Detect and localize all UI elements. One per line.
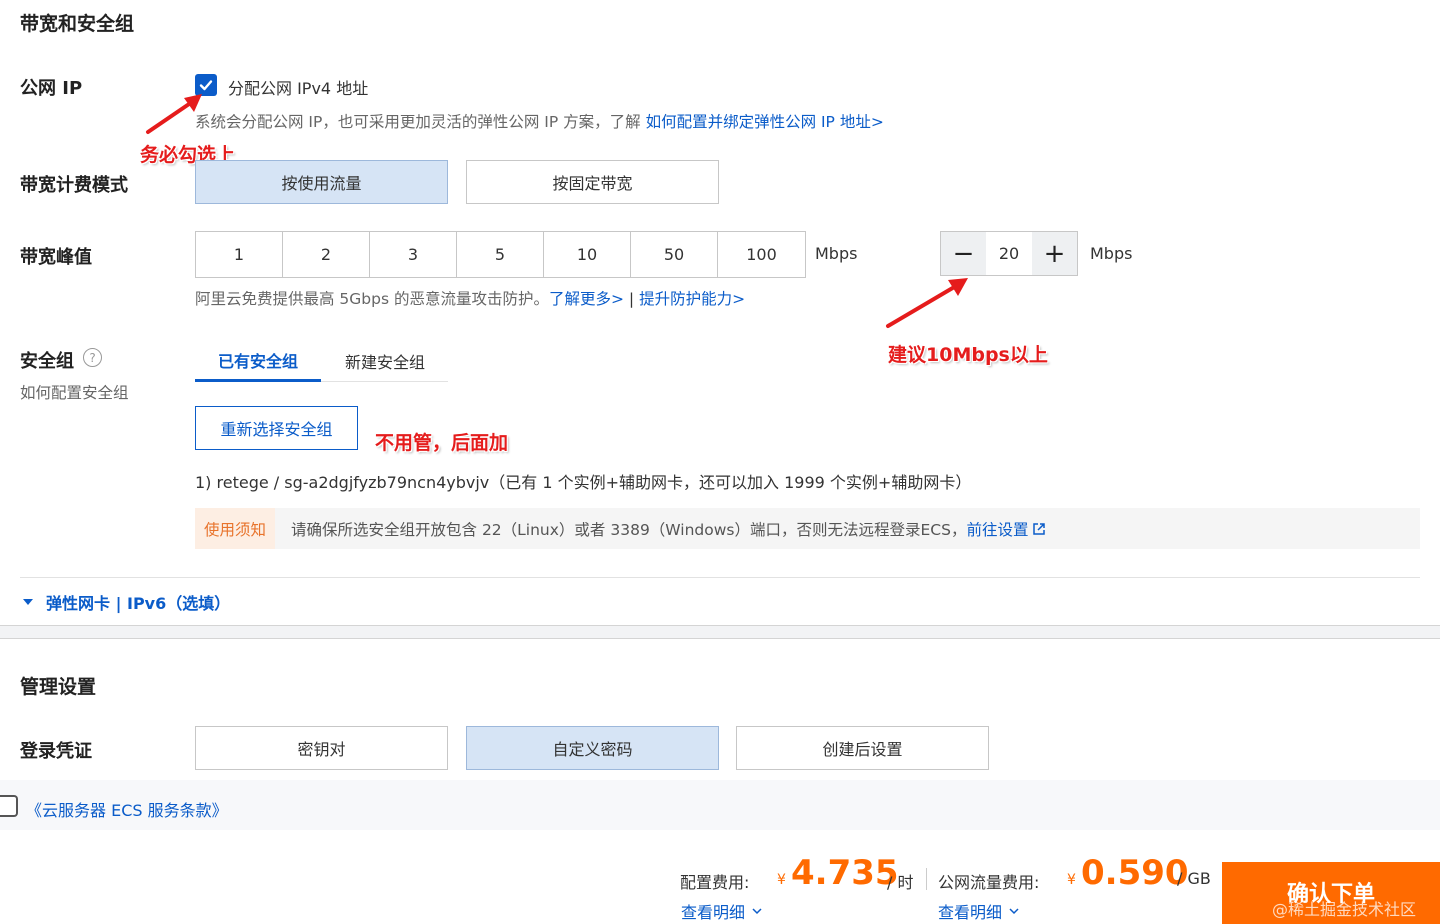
billing-option-traffic[interactable]: 按使用流量 xyxy=(195,160,448,204)
bandwidth-option-2[interactable]: 2 xyxy=(283,232,370,277)
billing-mode-label: 带宽计费模式 xyxy=(20,175,128,196)
selected-security-group: 1) retege / sg-a2dgjfyzb79ncn4ybvjv（已有 1… xyxy=(195,473,972,492)
bandwidth-peak-options: 1 2 3 5 10 50 100 xyxy=(195,231,806,278)
config-fee-label: 配置费用: xyxy=(680,873,750,892)
traffic-price: 0.590 xyxy=(1081,853,1189,893)
security-group-howto[interactable]: 如何配置安全组 xyxy=(20,381,129,403)
config-detail-label: 查看明细 xyxy=(681,903,746,922)
chevron-down-icon xyxy=(752,908,762,915)
bandwidth-option-5[interactable]: 5 xyxy=(457,232,544,277)
bandwidth-option-3[interactable]: 3 xyxy=(370,232,457,277)
tab-new-group[interactable]: 新建安全组 xyxy=(330,340,440,382)
traffic-unit: / GB xyxy=(1177,869,1211,888)
bandwidth-unit: Mbps xyxy=(815,244,858,263)
expander-label: 弹性网卡 | IPv6（选填） xyxy=(46,594,231,613)
config-price: 4.735 xyxy=(791,853,899,893)
section-title-bandwidth: 带宽和安全组 xyxy=(20,13,135,35)
config-unit: / 时 xyxy=(887,873,914,892)
external-link-icon xyxy=(1033,522,1046,535)
public-ip-hint: 系统会分配公网 IP，也可采用更加灵活的弹性公网 IP 方案，了解 如何配置并绑… xyxy=(195,110,884,132)
annotation-arrow-icon xyxy=(146,94,202,134)
stepper-minus-button[interactable]: − xyxy=(941,232,986,275)
bandwidth-peak-label: 带宽峰值 xyxy=(20,247,92,268)
section-title-management: 管理设置 xyxy=(20,676,97,698)
usage-notice: 使用须知 请确保所选安全组开放包含 22（Linux）或者 3389（Windo… xyxy=(195,508,1420,549)
price-divider xyxy=(926,868,927,890)
watermark: @稀土掘金技术社区 xyxy=(1272,900,1417,919)
config-currency: ¥ xyxy=(777,872,786,888)
bandwidth-option-100[interactable]: 100 xyxy=(718,232,805,277)
traffic-detail-label: 查看明细 xyxy=(938,903,1003,922)
login-option-keypair[interactable]: 密钥对 xyxy=(195,726,448,770)
eip-config-link[interactable]: 如何配置并绑定弹性公网 IP 地址> xyxy=(646,113,884,131)
config-detail-link[interactable]: 查看明细 xyxy=(681,899,763,923)
notice-tag: 使用须知 xyxy=(195,508,276,549)
bandwidth-stepper: − 20 + xyxy=(940,231,1078,276)
annotation-arrow-icon xyxy=(886,278,968,328)
notice-text: 请确保所选安全组开放包含 22（Linux）或者 3389（Windows）端口… xyxy=(291,520,967,539)
bandwidth-option-10[interactable]: 10 xyxy=(544,232,631,277)
reselect-security-group-button[interactable]: 重新选择安全组 xyxy=(195,406,358,450)
terms-link[interactable]: 《云服务器 ECS 服务条款》 xyxy=(26,797,228,821)
hint-separator: | xyxy=(628,290,635,308)
traffic-currency: ¥ xyxy=(1067,872,1076,888)
public-ip-hint-text: 系统会分配公网 IP，也可采用更加灵活的弹性公网 IP 方案，了解 xyxy=(195,113,641,131)
improve-protection-link[interactable]: 提升防护能力> xyxy=(639,290,745,308)
bandwidth-hint-text: 阿里云免费提供最高 5Gbps 的恶意流量攻击防护。 xyxy=(195,290,549,308)
traffic-fee-label: 公网流量费用: xyxy=(938,873,1040,892)
bandwidth-option-50[interactable]: 50 xyxy=(631,232,718,277)
help-icon[interactable]: ? xyxy=(83,348,102,367)
public-ipv4-checkbox-label[interactable]: 分配公网 IPv4 地址 xyxy=(228,75,368,99)
stepper-unit: Mbps xyxy=(1090,244,1133,263)
annotation-bandwidth-suggest: 建议10Mbps以上 xyxy=(888,344,1048,366)
chevron-down-icon xyxy=(1009,908,1019,915)
login-option-custom-password[interactable]: 自定义密码 xyxy=(466,726,719,770)
login-credential-label: 登录凭证 xyxy=(20,741,92,762)
stepper-value-input[interactable]: 20 xyxy=(986,232,1032,275)
bandwidth-hint: 阿里云免费提供最高 5Gbps 的恶意流量攻击防护。了解更多> | 提升防护能力… xyxy=(195,287,745,309)
public-ip-label: 公网 IP xyxy=(20,78,83,99)
tab-existing-group[interactable]: 已有安全组 xyxy=(195,340,321,382)
traffic-detail-link[interactable]: 查看明细 xyxy=(938,899,1020,923)
stepper-plus-button[interactable]: + xyxy=(1032,232,1077,275)
triangle-down-icon xyxy=(23,599,33,605)
billing-option-fixed[interactable]: 按固定带宽 xyxy=(466,160,719,204)
learn-more-link[interactable]: 了解更多> xyxy=(549,290,624,308)
terms-checkbox[interactable] xyxy=(0,795,18,817)
eni-ipv6-expander[interactable]: 弹性网卡 | IPv6（选填） xyxy=(22,590,230,614)
annotation-ignore-group: 不用管，后面加 xyxy=(375,432,509,454)
login-option-set-later[interactable]: 创建后设置 xyxy=(736,726,989,770)
section-break xyxy=(0,625,1440,639)
go-settings-link[interactable]: 前往设置 xyxy=(966,518,1028,540)
section-divider xyxy=(20,577,1420,578)
bandwidth-option-1[interactable]: 1 xyxy=(196,232,283,277)
security-group-label: 安全组 xyxy=(20,351,74,372)
